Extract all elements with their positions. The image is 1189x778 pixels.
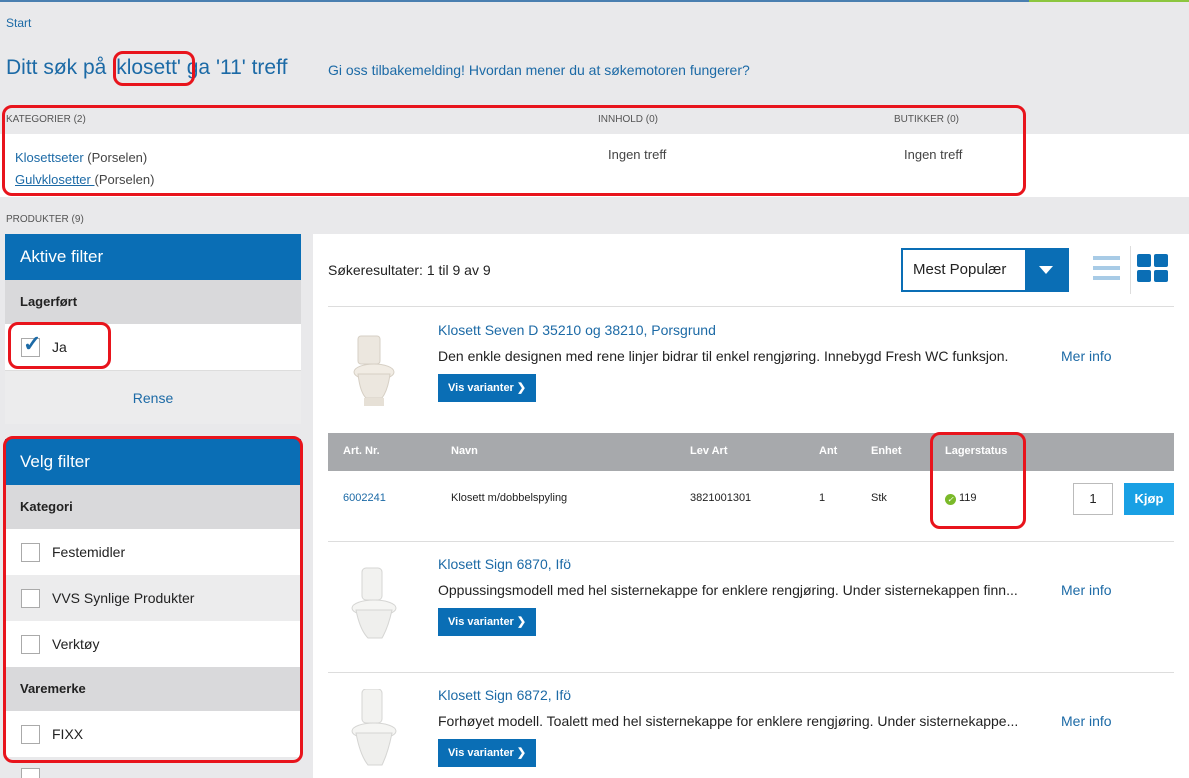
filter-option-label: Verktøy — [52, 636, 100, 652]
search-title-suffix: ga '11' treff — [180, 56, 288, 79]
col-lagerstatus: Lagerstatus — [945, 445, 1008, 457]
product-item: Klosett Sign 6872, Ifö Forhøyet modell. … — [328, 687, 1174, 778]
variant-ant: 1 — [819, 492, 826, 504]
results-panel: Søkeresultater: 1 til 9 av 9 Mest Populæ… — [313, 234, 1189, 778]
stock-status: ✓ 119 — [945, 492, 977, 505]
kategorier-label: KATEGORIER (2) — [6, 114, 86, 125]
product-description: Den enkle designen med rene linjer bidra… — [438, 348, 1009, 364]
top-border-accent — [1029, 0, 1189, 2]
filter-option-ja[interactable]: Ja — [5, 324, 301, 370]
variant-table-header: Art. Nr. Navn Lev Art Ant Enhet Lagersta… — [328, 433, 1174, 471]
category-item: Gulvklosetter (Porselen) — [15, 169, 154, 191]
choose-filter-panel: Velg filter Kategori Festemidler VVS Syn… — [5, 439, 301, 757]
chevron-right-icon: ❯ — [516, 747, 527, 759]
divider — [328, 306, 1174, 307]
filter-option[interactable]: Festemidler — [5, 529, 301, 575]
col-levart: Lev Art — [690, 445, 728, 457]
product-item: Klosett Sign 6870, Ifö Oppussingsmodell … — [328, 556, 1174, 666]
butikker-no-results: Ingen treff — [904, 147, 963, 162]
search-title-prefix: Ditt søk på — [6, 56, 113, 79]
clear-filter-button[interactable]: Rense — [5, 370, 301, 424]
col-enhet: Enhet — [871, 445, 902, 457]
check-icon: ✓ — [945, 494, 956, 505]
variant-row: 6002241 Klosett m/dobbelspyling 38210013… — [328, 471, 1174, 525]
show-variants-button[interactable]: Vis varianter ❯ — [438, 739, 537, 767]
checkbox[interactable] — [21, 634, 40, 654]
category-link[interactable]: Gulvklosetter — [15, 172, 94, 187]
product-item: Klosett Seven D 35210 og 38210, Porsgrun… — [328, 322, 1174, 422]
results-count: Søkeresultater: 1 til 9 av 9 — [328, 262, 491, 278]
col-ant: Ant — [819, 445, 838, 457]
view-separator — [1130, 246, 1131, 294]
category-results-panel — [0, 134, 1189, 197]
quantity-input[interactable]: 1 — [1073, 483, 1113, 515]
show-variants-label: Vis varianter — [448, 616, 514, 628]
search-query: 'klosett' — [112, 56, 181, 79]
innhold-no-results: Ingen treff — [608, 147, 667, 162]
show-variants-button[interactable]: Vis varianter ❯ — [438, 374, 537, 402]
col-navn: Navn — [451, 445, 478, 457]
choose-filter-title: Velg filter — [5, 439, 301, 485]
filter-option[interactable]: Verktøy — [5, 621, 301, 667]
filter-option-label: Festemidler — [52, 544, 126, 560]
produkter-label: PRODUKTER (9) — [6, 214, 84, 225]
chevron-down-icon[interactable] — [1025, 250, 1067, 290]
buy-button[interactable]: Kjøp — [1124, 483, 1174, 515]
toilet-image[interactable] — [344, 566, 404, 646]
filter-option-label: Ja — [52, 339, 67, 355]
sort-dropdown[interactable]: Mest Populær — [901, 248, 1069, 292]
more-info-link[interactable]: Mer info — [1061, 582, 1112, 598]
show-variants-label: Vis varianter — [448, 747, 514, 759]
product-title[interactable]: Klosett Sign 6870, Ifö — [438, 556, 571, 572]
toilet-image[interactable] — [344, 689, 404, 769]
variant-enhet: Stk — [871, 492, 887, 504]
filter-option-label: VVS Synlige Produkter — [52, 590, 195, 606]
active-filter-title: Aktive filter — [5, 234, 301, 280]
category-item: Klosettseter (Porselen) — [15, 147, 154, 169]
chevron-right-icon: ❯ — [516, 382, 527, 394]
feedback-link[interactable]: Gi oss tilbakemelding! Hvordan mener du … — [328, 62, 750, 78]
butikker-label: BUTIKKER (0) — [894, 114, 960, 125]
toilet-image[interactable] — [344, 332, 404, 412]
search-title: Ditt søk på 'klosett' ga '11' treff — [6, 56, 287, 80]
filter-group-varemerke: Varemerke — [5, 667, 301, 711]
filter-option-label: FIXX — [52, 726, 84, 742]
variant-artnr[interactable]: 6002241 — [343, 492, 386, 504]
variant-navn: Klosett m/dobbelspyling — [451, 492, 568, 504]
checkbox[interactable] — [21, 724, 40, 744]
product-title[interactable]: Klosett Seven D 35210 og 38210, Porsgrun… — [438, 322, 716, 338]
variant-levart: 3821001301 — [690, 492, 752, 504]
chevron-right-icon: ❯ — [516, 616, 527, 628]
active-filter-panel: Aktive filter Lagerført Ja Rense — [5, 234, 301, 424]
checkbox[interactable] — [21, 542, 40, 562]
show-variants-label: Vis varianter — [448, 382, 514, 394]
top-border — [0, 0, 1189, 2]
filter-option[interactable]: FIXX — [5, 711, 301, 757]
divider — [328, 541, 1174, 542]
list-view-icon[interactable] — [1093, 256, 1120, 282]
filter-option[interactable]: VVS Synlige Produkter — [5, 575, 301, 621]
checkbox[interactable] — [21, 588, 40, 608]
checkbox-partial[interactable] — [21, 768, 40, 778]
checkbox-checked[interactable] — [21, 331, 41, 357]
product-title[interactable]: Klosett Sign 6872, Ifö — [438, 687, 571, 703]
product-description: Forhøyet modell. Toalett med hel sistern… — [438, 713, 1019, 729]
sort-selected: Mest Populær — [913, 261, 1007, 278]
category-link[interactable]: Klosettseter — [15, 150, 84, 165]
innhold-label: INNHOLD (0) — [598, 114, 659, 125]
breadcrumb-start[interactable]: Start — [6, 16, 31, 30]
category-parent: (Porselen) — [94, 172, 155, 187]
category-list: Klosettseter (Porselen) Gulvklosetter (P… — [15, 147, 154, 191]
filter-group-lagerfort: Lagerført — [5, 280, 301, 324]
filter-group-kategori: Kategori — [5, 485, 301, 529]
product-description: Oppussingsmodell med hel sisternekappe f… — [438, 582, 1018, 598]
grid-view-icon[interactable] — [1137, 254, 1168, 282]
divider — [328, 672, 1174, 673]
more-info-link[interactable]: Mer info — [1061, 348, 1112, 364]
show-variants-button[interactable]: Vis varianter ❯ — [438, 608, 537, 636]
col-artnr: Art. Nr. — [343, 445, 380, 457]
stock-count: 119 — [959, 492, 977, 504]
category-parent: (Porselen) — [83, 150, 148, 165]
more-info-link[interactable]: Mer info — [1061, 713, 1112, 729]
